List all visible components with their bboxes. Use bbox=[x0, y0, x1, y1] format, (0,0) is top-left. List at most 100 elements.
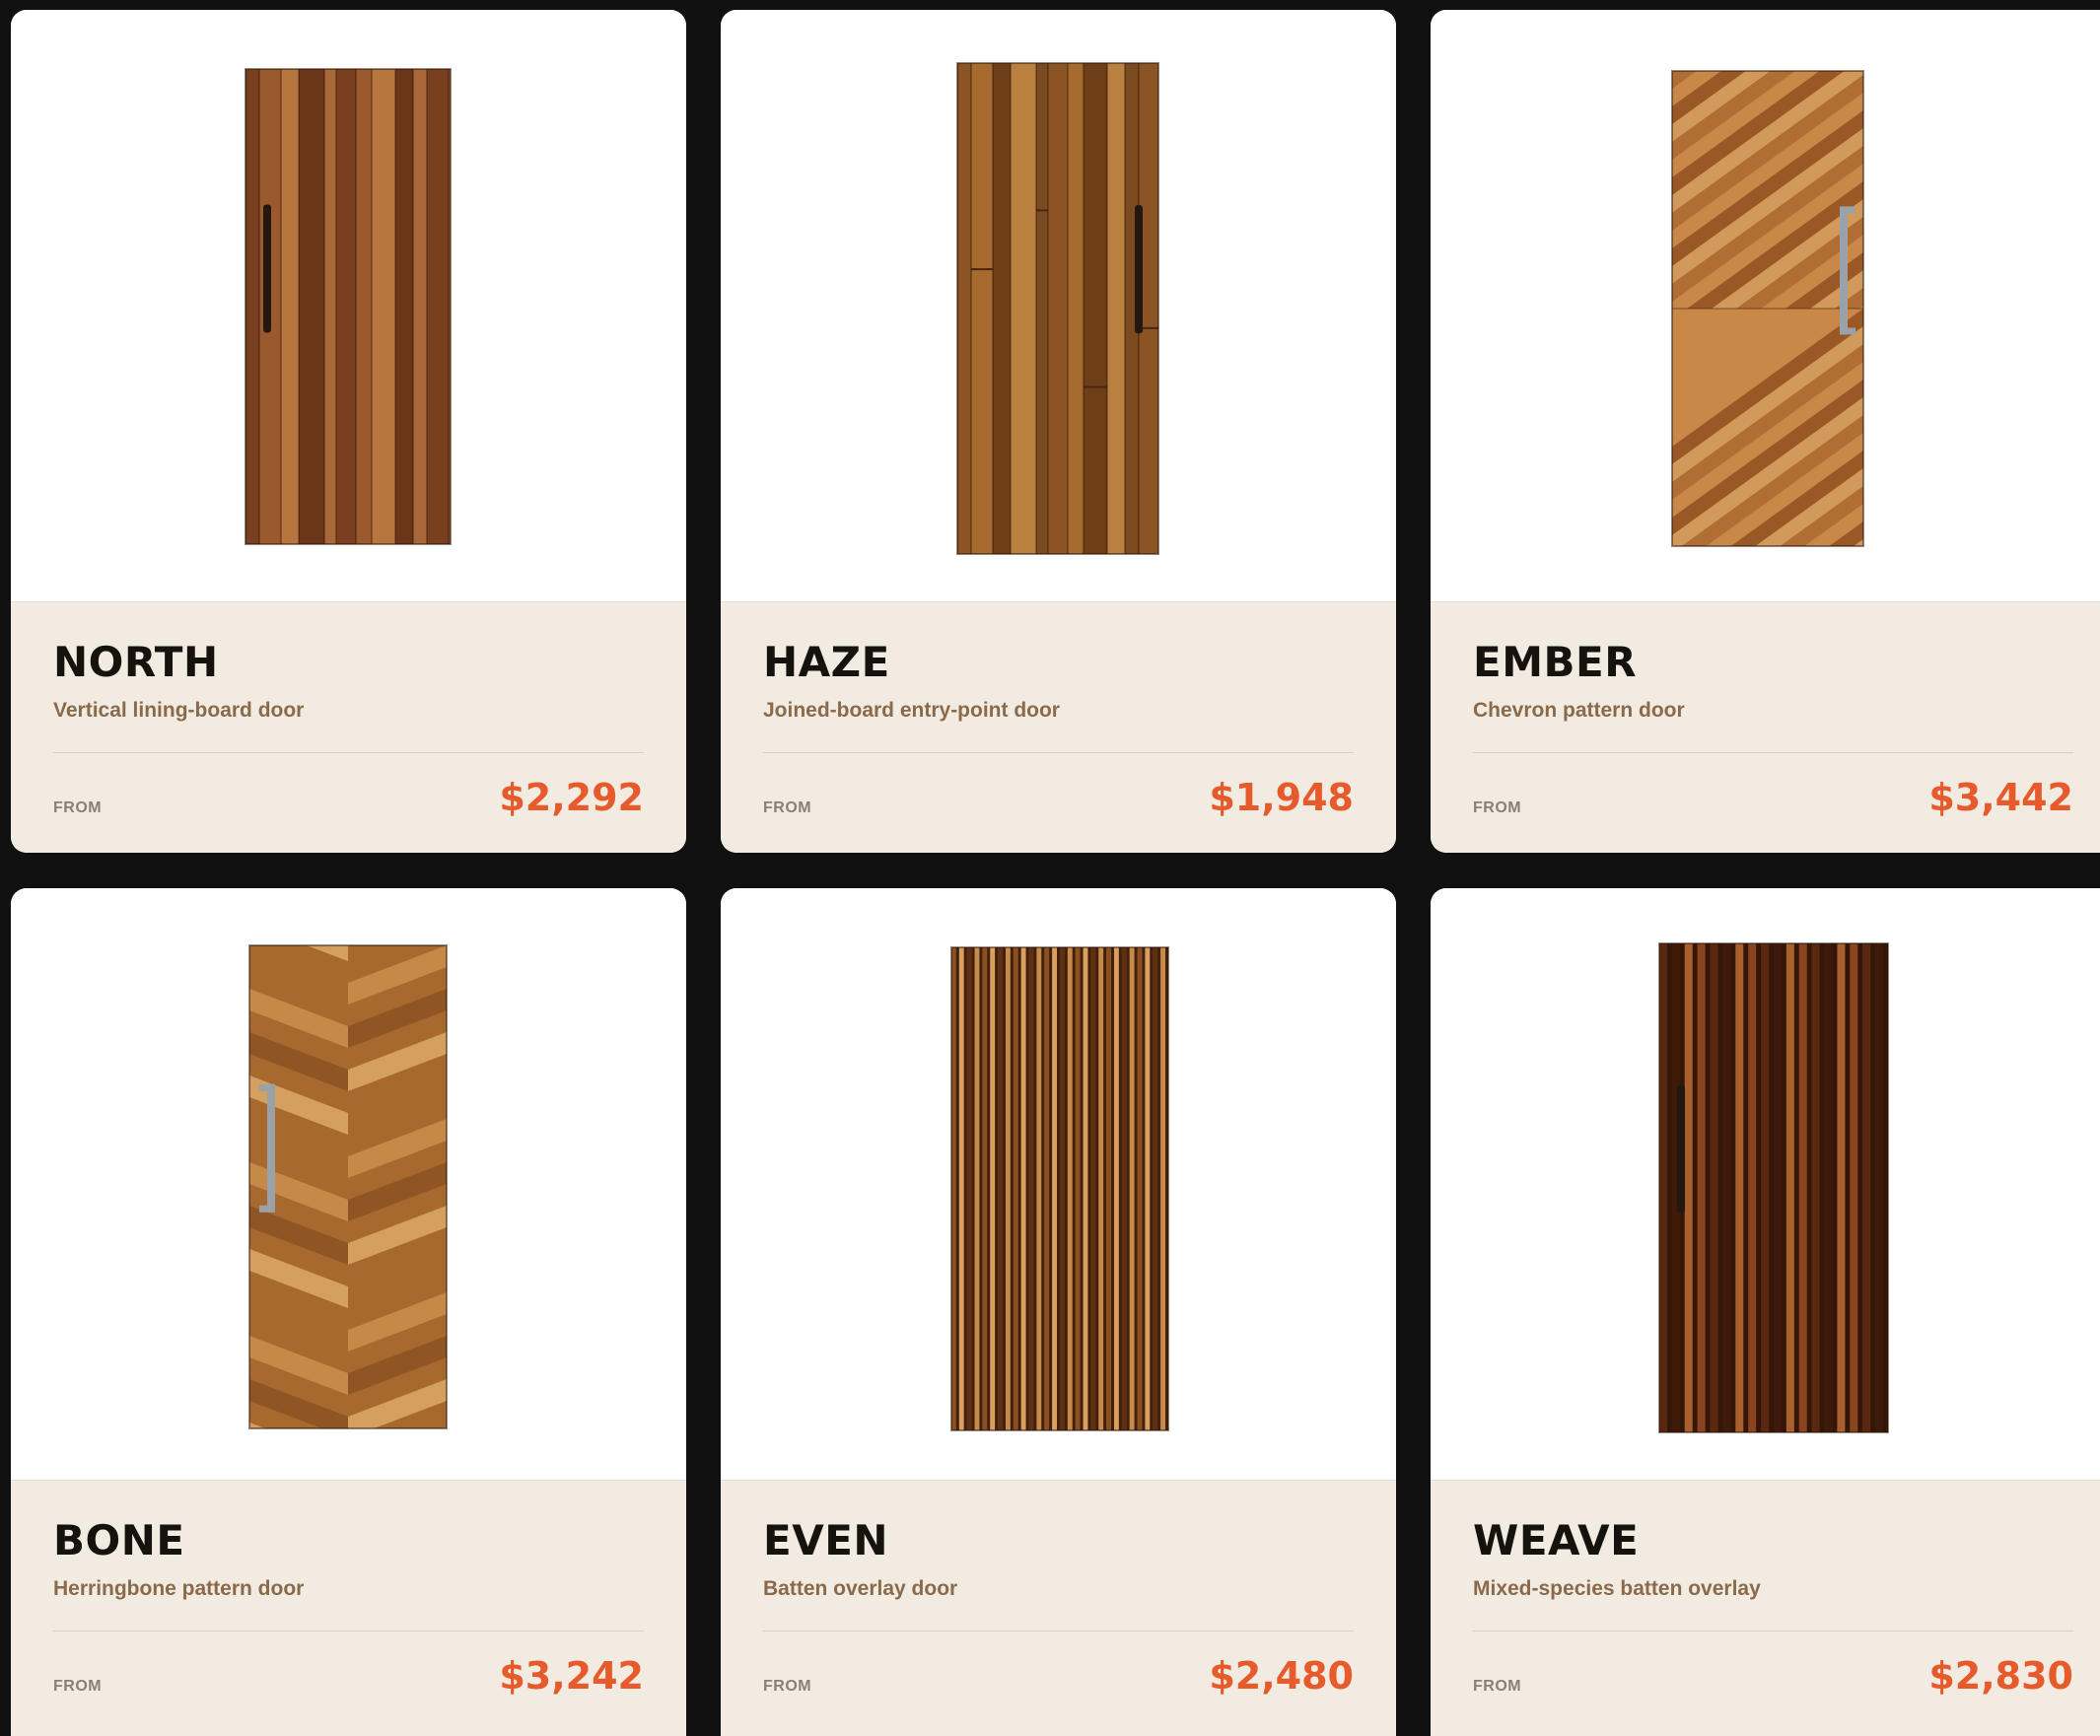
batten bbox=[974, 947, 980, 1430]
dark-handle bbox=[263, 204, 271, 333]
batten bbox=[1811, 943, 1820, 1432]
batten bbox=[1121, 947, 1127, 1430]
board bbox=[324, 69, 336, 544]
batten bbox=[990, 947, 996, 1430]
chevron-board-top bbox=[1672, 590, 1863, 601]
batten bbox=[1075, 947, 1081, 1430]
door-panel bbox=[950, 946, 1169, 1431]
door-image-ember[interactable] bbox=[1431, 10, 2100, 601]
door-haze-illustration bbox=[956, 62, 1159, 555]
board bbox=[993, 63, 1011, 554]
product-card-bone[interactable]: BONE Herringbone pattern door FROM $3,24… bbox=[11, 888, 686, 1736]
board bbox=[1036, 63, 1048, 554]
batten bbox=[998, 947, 1004, 1430]
door-image-north[interactable] bbox=[11, 10, 686, 601]
batten bbox=[1875, 943, 1884, 1432]
batten bbox=[1013, 947, 1018, 1430]
door-image-haze[interactable] bbox=[721, 10, 1396, 601]
batten bbox=[1098, 947, 1104, 1430]
door-north-illustration bbox=[245, 68, 452, 545]
divider bbox=[1473, 1631, 2073, 1632]
batten bbox=[1044, 947, 1050, 1430]
batten bbox=[1137, 947, 1143, 1430]
batten bbox=[1684, 943, 1693, 1432]
dark-handle bbox=[1135, 205, 1143, 334]
door-panel bbox=[1671, 10, 1864, 601]
divider bbox=[53, 1631, 644, 1632]
board bbox=[281, 69, 299, 544]
divider bbox=[53, 752, 644, 753]
batten bbox=[1837, 943, 1846, 1432]
chevron-board-bottom bbox=[1672, 557, 1863, 601]
door-image-bone[interactable] bbox=[11, 888, 686, 1480]
batten bbox=[1090, 947, 1096, 1430]
product-name: NORTH bbox=[53, 638, 219, 686]
batten bbox=[1659, 943, 1667, 1432]
board bbox=[971, 63, 993, 554]
batten bbox=[1850, 943, 1858, 1432]
product-description: Herringbone pattern door bbox=[53, 1577, 305, 1600]
batten bbox=[1722, 943, 1731, 1432]
batten bbox=[1748, 943, 1757, 1432]
product-card-north[interactable]: NORTH Vertical lining-board door FROM $2… bbox=[11, 10, 686, 853]
herringbone-board bbox=[431, 1423, 447, 1428]
batten bbox=[1114, 947, 1119, 1430]
door-image-weave[interactable] bbox=[1431, 888, 2100, 1480]
board bbox=[413, 69, 427, 544]
batten bbox=[1006, 947, 1011, 1430]
batten bbox=[1060, 947, 1065, 1430]
batten bbox=[1153, 947, 1158, 1430]
door-panel bbox=[248, 888, 448, 1480]
chevron-board-top bbox=[1672, 10, 1863, 35]
divider bbox=[1473, 752, 2073, 753]
herringbone-board bbox=[249, 1466, 348, 1480]
product-card-ember[interactable]: EMBER Chevron pattern door FROM $3,442 bbox=[1431, 10, 2100, 853]
batten bbox=[1052, 947, 1058, 1430]
product-card-even[interactable]: EVEN Batten overlay door FROM $2,480 bbox=[721, 888, 1396, 1736]
chevron-board-top bbox=[1672, 10, 1863, 18]
product-info: EMBER Chevron pattern door FROM $3,442 bbox=[1431, 601, 2100, 853]
board bbox=[245, 69, 259, 544]
chevron-board-top bbox=[1672, 554, 1863, 601]
batten bbox=[1160, 947, 1166, 1430]
batten bbox=[1697, 943, 1706, 1432]
batten bbox=[1028, 947, 1034, 1430]
chevron-board-top bbox=[1672, 10, 1863, 53]
batten bbox=[1129, 947, 1135, 1430]
batten bbox=[1020, 947, 1026, 1430]
product-name: EMBER bbox=[1473, 638, 1638, 686]
product-info: HAZE Joined-board entry-point door FROM … bbox=[721, 601, 1396, 853]
product-card-haze[interactable]: HAZE Joined-board entry-point door FROM … bbox=[721, 10, 1396, 853]
door-image-even[interactable] bbox=[721, 888, 1396, 1480]
product-description: Chevron pattern door bbox=[1473, 699, 1685, 722]
batten bbox=[1145, 947, 1151, 1430]
product-description: Joined-board entry-point door bbox=[763, 699, 1060, 722]
board bbox=[1107, 63, 1125, 554]
chevron-board-top bbox=[1672, 10, 1863, 71]
batten bbox=[1036, 947, 1042, 1430]
product-name: EVEN bbox=[763, 1516, 889, 1564]
board bbox=[336, 69, 356, 544]
batten bbox=[1710, 943, 1718, 1432]
dark-handle bbox=[1677, 1084, 1685, 1214]
door-panel bbox=[1658, 942, 1889, 1433]
door-even-illustration bbox=[950, 946, 1169, 1431]
door-bone-illustration bbox=[248, 888, 448, 1480]
batten bbox=[1106, 947, 1112, 1430]
door-ember-illustration bbox=[1671, 10, 1864, 601]
product-price: $2,480 bbox=[1209, 1654, 1354, 1698]
price-from-label: FROM bbox=[1473, 799, 1522, 816]
board bbox=[1084, 63, 1107, 554]
batten bbox=[1798, 943, 1807, 1432]
price-from-label: FROM bbox=[1473, 1678, 1522, 1695]
product-card-weave[interactable]: WEAVE Mixed-species batten overlay FROM … bbox=[1431, 888, 2100, 1736]
board bbox=[356, 69, 372, 544]
price-from-label: FROM bbox=[763, 1678, 812, 1695]
product-name: BONE bbox=[53, 1516, 185, 1564]
herringbone-board bbox=[348, 888, 447, 918]
price-from-label: FROM bbox=[763, 799, 812, 816]
board bbox=[1068, 63, 1084, 554]
product-price: $3,242 bbox=[499, 1654, 644, 1698]
product-name: WEAVE bbox=[1473, 1516, 1640, 1564]
product-description: Batten overlay door bbox=[763, 1577, 958, 1600]
